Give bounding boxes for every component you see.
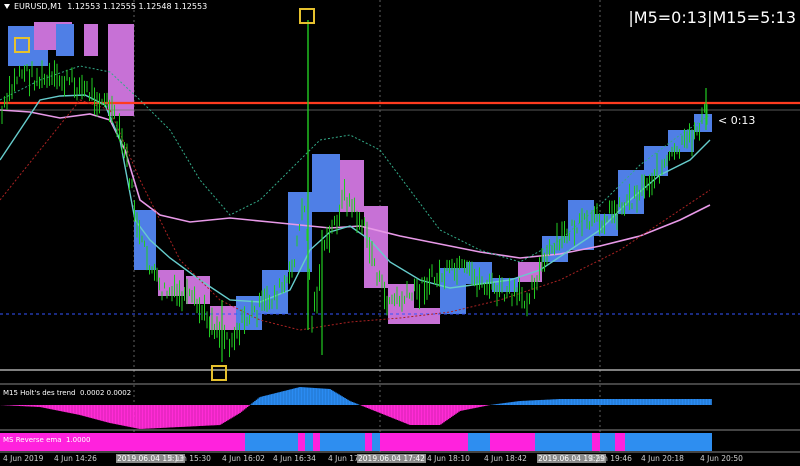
reverse-ema-segment — [372, 433, 380, 451]
triangle-down-icon[interactable] — [4, 4, 10, 9]
reverse-ema-segment — [468, 433, 490, 451]
reverse-ema-segment — [320, 433, 365, 451]
time-axis-label: 4 Jun 20:18 — [641, 454, 684, 463]
time-axis-label: 4 Jun 2019 — [3, 454, 44, 463]
time-axis-label: 4 Jun 20:50 — [700, 454, 743, 463]
bar-countdown-tag: < 0:13 — [718, 114, 756, 127]
reverse-value: 1.0000 — [65, 436, 91, 444]
reverse-ema-panel — [0, 433, 712, 451]
m15-box — [56, 24, 74, 56]
time-axis-label: 4 Jun 18:42 — [484, 454, 527, 463]
reverse-ema-segment — [365, 433, 372, 451]
time-axis-label: 4 Jun 18:10 — [427, 454, 470, 463]
m15-box — [84, 24, 98, 56]
reverse-ema-segment — [625, 433, 712, 451]
reverse-ema-segment — [490, 433, 535, 451]
symbol-name: EURUSD,M1 — [14, 2, 63, 11]
reverse-ema-segment — [245, 433, 298, 451]
time-axis-label: 4 Jun 16:34 — [273, 454, 316, 463]
time-axis-label: 4 Jun 16:02 — [222, 454, 265, 463]
timeframe-timer: |M5=0:13|M15=5:13 — [628, 8, 796, 27]
time-axis-label: 2019.06.04 17:42 — [357, 454, 426, 463]
reverse-ema-segment — [298, 433, 305, 451]
time-axis-label: 4 Jun 17 — [328, 454, 359, 463]
holt-indicator-label: M15 Holt's des trend 0.0002 0.0002 — [3, 389, 131, 397]
reverse-ema-segment — [305, 433, 313, 451]
reverse-ema-segment — [592, 433, 600, 451]
holt-label-text: M15 Holt's des trend — [3, 389, 76, 397]
time-axis-label: 4 Jun 15:30 — [168, 454, 211, 463]
m15-box — [312, 154, 340, 212]
reverse-ema-segment — [600, 433, 615, 451]
reverse-ema-segment — [313, 433, 320, 451]
reverse-indicator-label: MS Reverse ema 1.0000 — [3, 436, 90, 444]
symbol-label[interactable]: EURUSD,M1 1.12553 1.12555 1.12548 1.1255… — [4, 2, 207, 11]
m15-box — [518, 262, 542, 282]
m15-box — [440, 268, 466, 314]
reverse-ema-segment — [380, 433, 468, 451]
ohlc-values: 1.12553 1.12555 1.12548 1.12553 — [67, 2, 208, 11]
reverse-label-text: MS Reverse ema — [3, 436, 62, 444]
m15-box — [414, 308, 440, 324]
time-axis-label: 4 Jun 14:26 — [54, 454, 97, 463]
holt-values: 0.0002 0.0002 — [79, 389, 132, 397]
reverse-ema-segment — [615, 433, 625, 451]
time-axis-label: 4 Jun 19:46 — [589, 454, 632, 463]
reverse-ema-segment — [535, 433, 592, 451]
m15-box — [210, 306, 236, 330]
